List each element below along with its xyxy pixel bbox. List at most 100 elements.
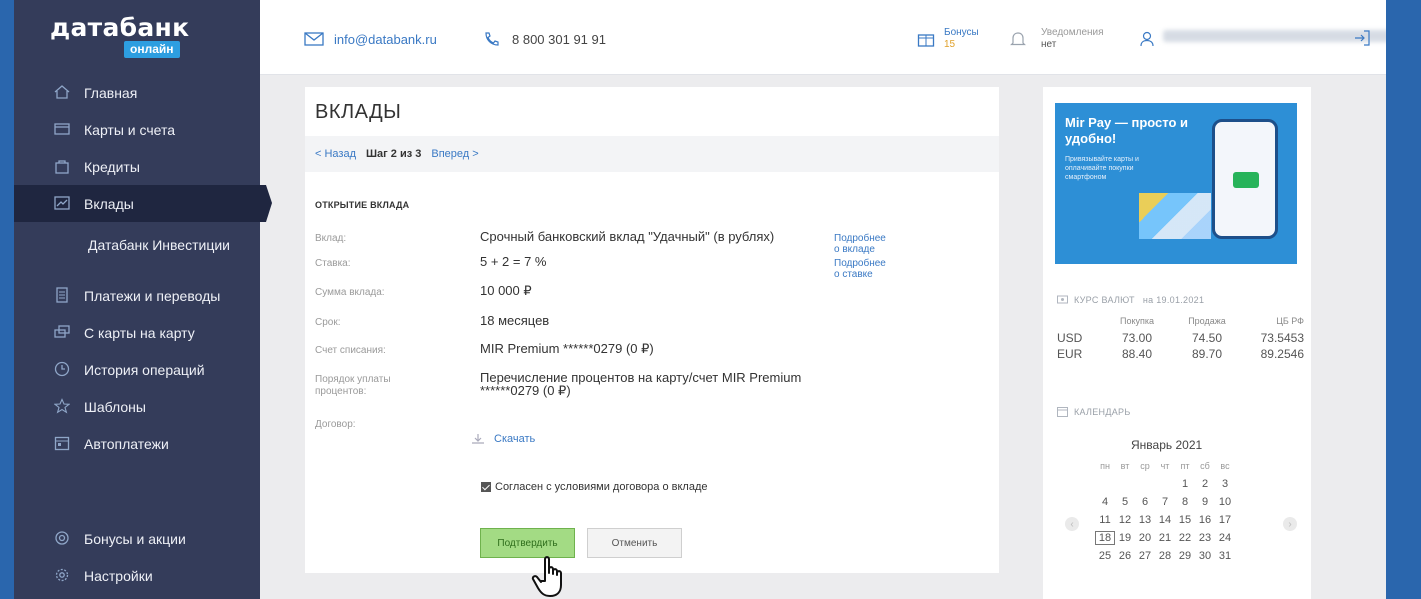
notifications-label: Уведомления <box>1041 27 1104 38</box>
calendar-day[interactable]: 14 <box>1155 514 1175 526</box>
rate-row-usd: USD 73.00 74.50 73.5453 <box>1057 330 1307 346</box>
calendar-month: Январь 2021 <box>1131 438 1203 452</box>
calendar-day[interactable]: 2 <box>1195 478 1215 490</box>
calendar-day[interactable]: 26 <box>1115 550 1135 562</box>
weekday-label: вт <box>1120 461 1130 471</box>
sidebar-item-label: Вклады <box>84 195 134 212</box>
calendar-prev-button[interactable]: ‹ <box>1065 517 1079 531</box>
calendar-day[interactable]: 17 <box>1215 514 1235 526</box>
sidebar-item-templates[interactable]: Шаблоны <box>14 388 266 425</box>
calendar-day[interactable]: 23 <box>1195 532 1215 544</box>
calendar-day[interactable]: 19 <box>1115 532 1135 544</box>
calendar-day[interactable]: 30 <box>1195 550 1215 562</box>
rate-details-link[interactable]: Подробнее о ставке <box>834 258 886 280</box>
sidebar-item-credits[interactable]: Кредиты <box>14 148 266 185</box>
calendar-day[interactable]: 7 <box>1155 496 1175 508</box>
sidebar-item-investments[interactable]: Датабанк Инвестиции <box>14 222 266 268</box>
weekday-label: ср <box>1140 461 1150 471</box>
right-column: Mir Pay — просто и удобно! Привязывайте … <box>1043 87 1311 599</box>
mail-icon <box>304 32 324 46</box>
sidebar-item-history[interactable]: История операций <box>14 351 266 388</box>
calendar-day[interactable]: 16 <box>1195 514 1215 526</box>
agree-label: Согласен с условиями договора о вкладе <box>495 481 708 493</box>
notifications-widget[interactable]: Уведомления нет <box>1041 27 1104 51</box>
calendar-day[interactable]: 1 <box>1175 478 1195 490</box>
clock-icon <box>54 361 70 377</box>
calendar-day[interactable]: 6 <box>1135 496 1155 508</box>
sidebar-item-label: Шаблоны <box>84 398 146 415</box>
sidebar-item-label: Карты и счета <box>84 121 175 138</box>
calendar-day[interactable]: 13 <box>1135 514 1155 526</box>
confirm-button[interactable]: Подтвердить <box>480 528 575 558</box>
calendar-day[interactable]: 9 <box>1195 496 1215 508</box>
phone-link[interactable]: 8 800 301 91 91 <box>482 31 606 47</box>
sidebar-item-autopayments[interactable]: Автоплатежи <box>14 425 266 462</box>
sidebar-nav: Главная Карты и счета Кредиты Вклады Дат… <box>14 74 272 462</box>
gear-icon <box>55 568 69 582</box>
sidebar-item-home[interactable]: Главная <box>14 74 266 111</box>
agree-checkbox-row[interactable]: Согласен с условиями договора о вкладе <box>481 481 708 493</box>
rate-row-eur: EUR 88.40 89.70 89.2546 <box>1057 346 1307 362</box>
app-frame: датабанк онлайн Главная Карты и счета Кр… <box>14 0 1386 599</box>
detail-value: 18 месяцев <box>480 313 550 328</box>
logo[interactable]: датабанк онлайн <box>50 13 190 58</box>
sidebar-item-deposits[interactable]: Вклады <box>14 185 272 222</box>
calendar-title-text: КАЛЕНДАРЬ <box>1074 406 1131 417</box>
forward-link[interactable]: Вперед > <box>431 148 478 160</box>
bonuses-widget[interactable]: Бонусы 15 <box>944 27 979 51</box>
sidebar-item-cards[interactable]: Карты и счета <box>14 111 266 148</box>
calendar-day[interactable]: 27 <box>1135 550 1155 562</box>
notifications-value: нет <box>1041 39 1057 50</box>
rate-buy: 73.00 <box>1121 331 1153 345</box>
calendar-day[interactable]: 25 <box>1095 550 1115 562</box>
step-navigation: < Назад Шаг 2 из 3 Вперед > <box>305 136 999 172</box>
transfer-icon <box>54 325 70 338</box>
page-title: ВКЛАДЫ <box>315 101 402 123</box>
calendar-day-today[interactable]: 18 <box>1095 531 1115 545</box>
calendar-day[interactable]: 22 <box>1175 532 1195 544</box>
calendar-day[interactable]: 15 <box>1175 514 1195 526</box>
detail-key: Срок: <box>315 317 341 328</box>
calendar-day[interactable]: 28 <box>1155 550 1175 562</box>
calendar-day[interactable]: 11 <box>1095 514 1115 526</box>
logo-text: датабанк <box>50 13 190 42</box>
calendar-day[interactable]: 21 <box>1155 532 1175 544</box>
email-link[interactable]: info@databank.ru <box>304 31 437 47</box>
calendar-day[interactable]: 8 <box>1175 496 1195 508</box>
logout-icon[interactable] <box>1353 29 1371 47</box>
sidebar-item-bonuses[interactable]: Бонусы и акции <box>14 520 260 557</box>
user-icon <box>1140 31 1154 47</box>
calendar-day[interactable]: 24 <box>1215 532 1235 544</box>
calendar-day[interactable]: 4 <box>1095 496 1115 508</box>
gift-icon <box>917 34 935 47</box>
bonuses-label: Бонусы <box>944 27 979 38</box>
download-contract-link[interactable]: Скачать <box>470 433 535 445</box>
sidebar-item-label: Главная <box>84 84 138 101</box>
bag-icon <box>55 160 69 174</box>
calendar-week: 25 26 27 28 29 30 31 <box>1095 547 1265 565</box>
calendar-next-button[interactable]: › <box>1283 517 1297 531</box>
weekday-label: сб <box>1200 461 1210 471</box>
calendar-day[interactable]: 31 <box>1215 550 1235 562</box>
agree-checkbox[interactable] <box>481 482 491 492</box>
hand-cursor-icon <box>531 556 562 597</box>
sidebar-item-card-to-card[interactable]: С карты на карту <box>14 314 266 351</box>
promo-banner[interactable]: Mir Pay — просто и удобно! Привязывайте … <box>1055 103 1297 264</box>
calendar-day[interactable]: 10 <box>1215 496 1235 508</box>
rates-date: на 19.01.2021 <box>1142 294 1205 305</box>
deposit-details-link[interactable]: Подробнее о вкладе <box>834 233 886 255</box>
back-link[interactable]: < Назад <box>315 148 356 160</box>
calendar-day[interactable]: 3 <box>1215 478 1235 490</box>
calendar-day[interactable]: 5 <box>1115 496 1135 508</box>
cancel-button[interactable]: Отменить <box>587 528 682 558</box>
calendar-day[interactable]: 20 <box>1135 532 1155 544</box>
rates-table: Покупка Продажа ЦБ РФ USD 73.00 74.50 73… <box>1057 316 1307 362</box>
calendar-day[interactable]: 29 <box>1175 550 1195 562</box>
calendar-day[interactable]: 12 <box>1115 514 1135 526</box>
sidebar-item-settings[interactable]: Настройки <box>14 557 260 594</box>
sidebar-item-payments[interactable]: Платежи и переводы <box>14 277 266 314</box>
detail-value: 10 000 ₽ <box>480 283 532 298</box>
calendar-week: 18 19 20 21 22 23 24 <box>1095 529 1265 547</box>
detail-value: MIR Premium ******0279 (0 ₽) <box>480 341 654 356</box>
detail-key: Счет списания: <box>315 345 386 356</box>
